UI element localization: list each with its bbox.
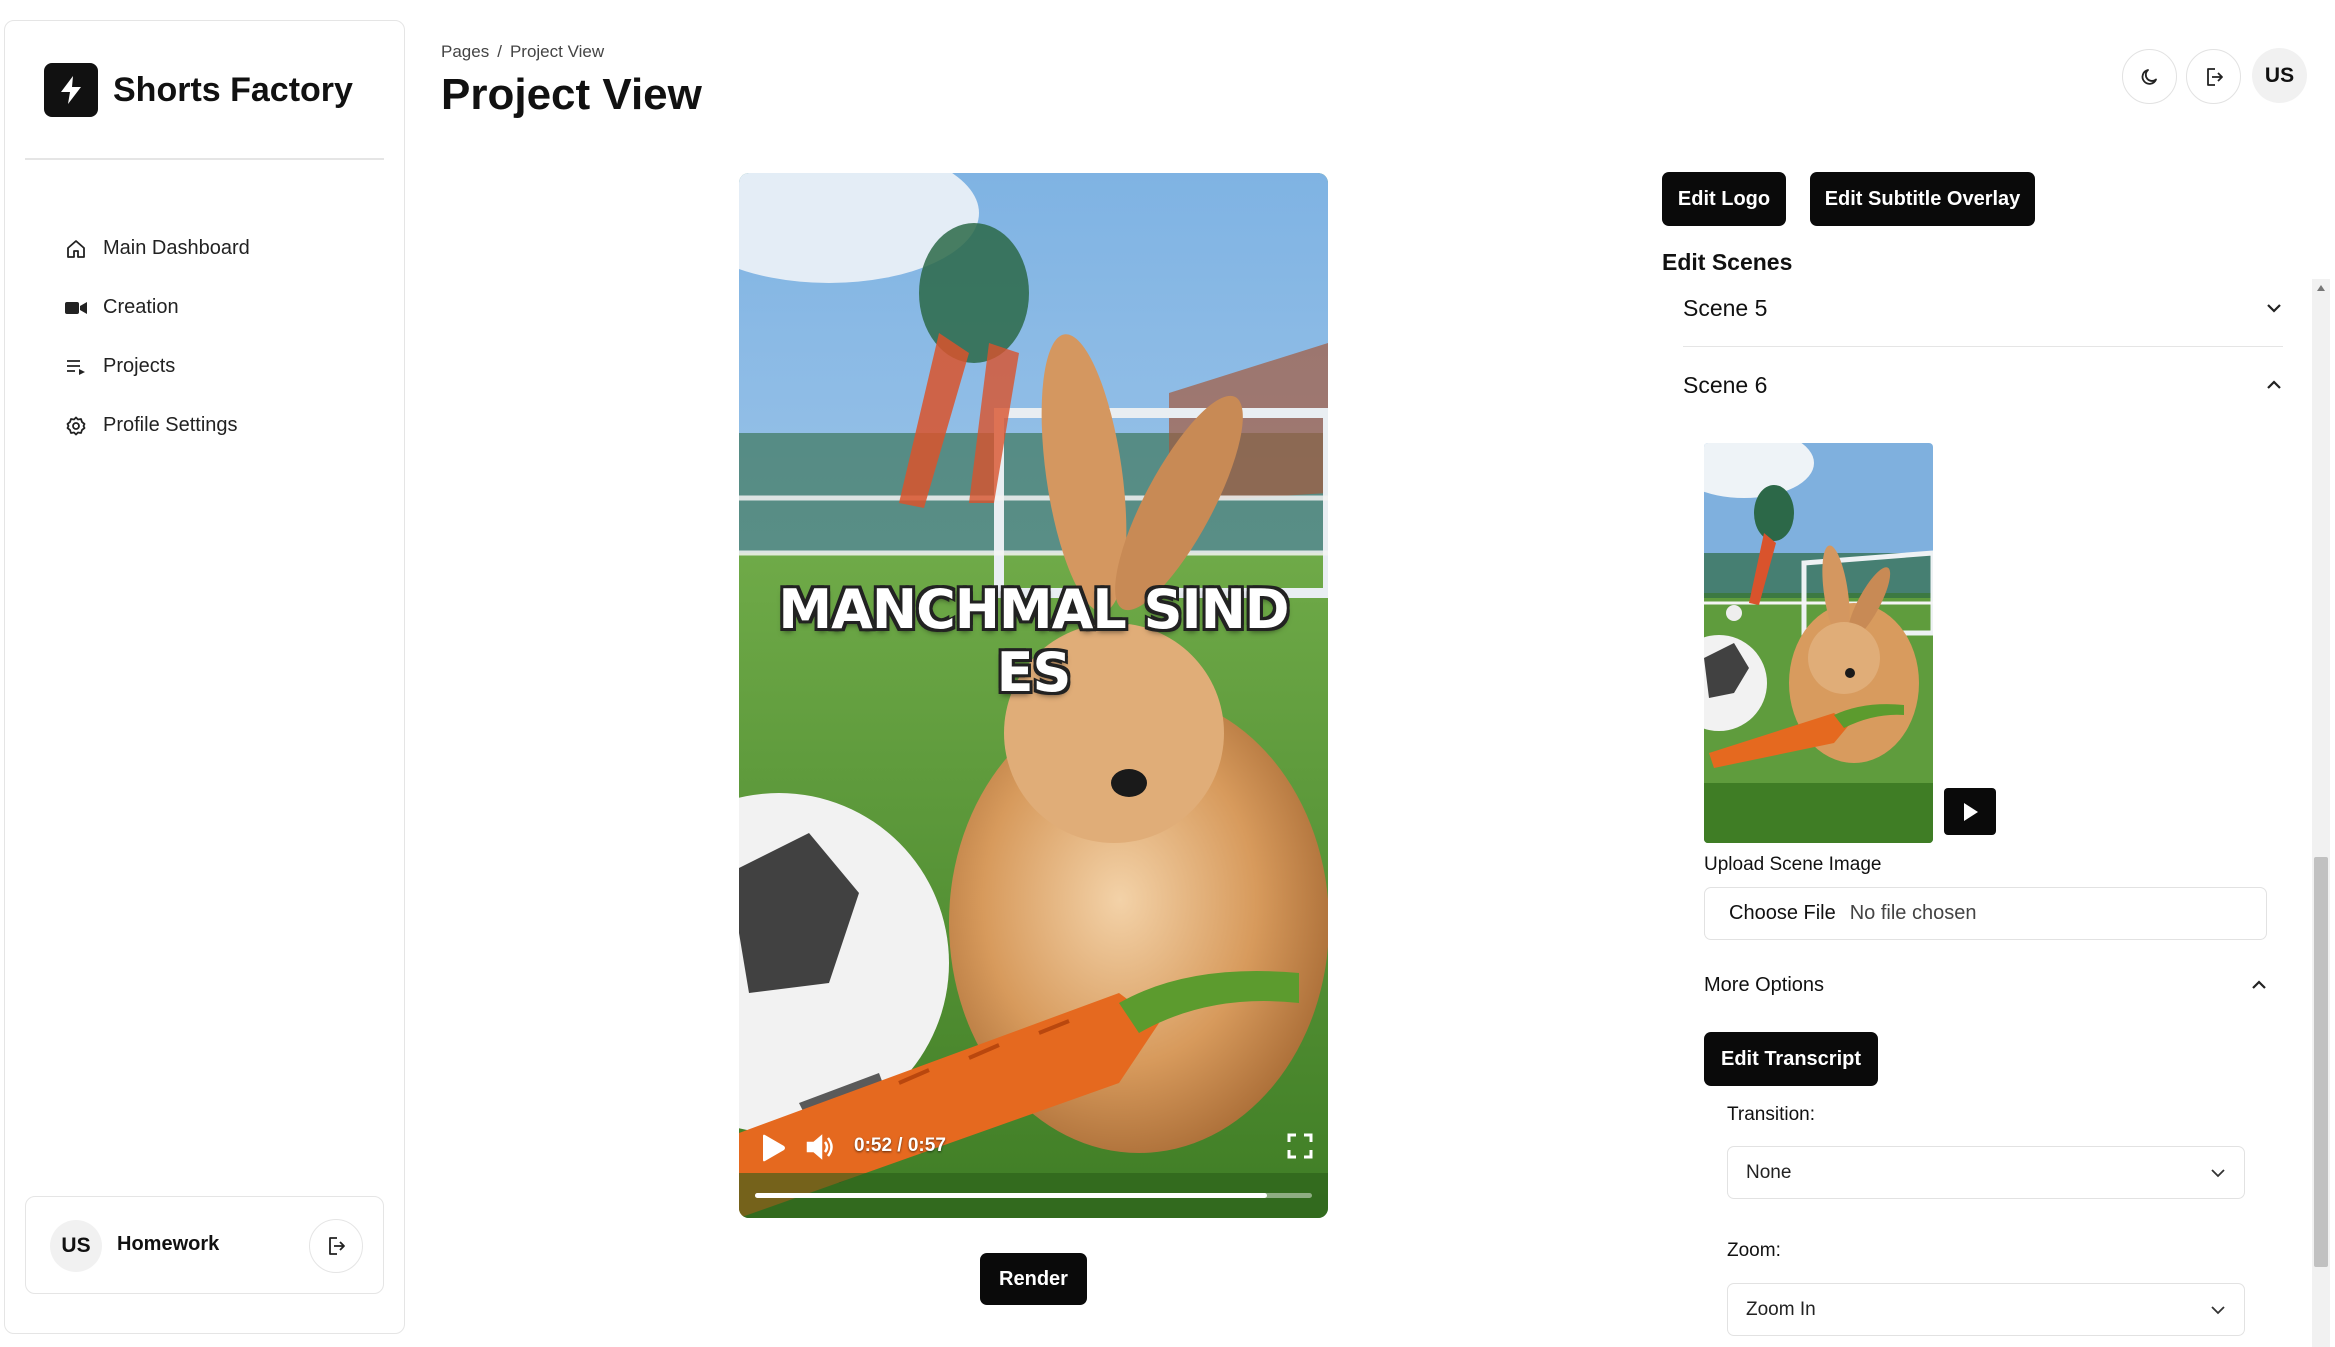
scene-label: Scene 6: [1683, 371, 1768, 398]
breadcrumb: Pages / Project View: [441, 42, 604, 62]
upload-scene-image-label: Upload Scene Image: [1704, 854, 1882, 875]
sidebar-item-projects[interactable]: Projects: [65, 337, 250, 396]
transition-label: Transition:: [1727, 1104, 1815, 1125]
user-card: US Homework: [25, 1196, 384, 1294]
video-player[interactable]: MANCHMAL SIND ES 0:52 / 0:57: [739, 173, 1328, 1218]
editor-scrollbar[interactable]: [2312, 279, 2330, 1347]
edit-transcript-button[interactable]: Edit Transcript: [1704, 1032, 1878, 1086]
scene-5-accordion[interactable]: Scene 5: [1683, 283, 2283, 333]
lightning-logo-icon: [44, 63, 98, 117]
file-status: No file chosen: [1849, 902, 1977, 924]
scene-thumbnail: [1704, 443, 1933, 843]
zoom-select[interactable]: Zoom In: [1727, 1283, 2245, 1336]
logout-button[interactable]: [309, 1219, 363, 1273]
sidebar-nav: Main Dashboard Creation Projects Profile…: [65, 219, 250, 455]
more-options-label: More Options: [1704, 973, 1825, 996]
breadcrumb-separator: /: [497, 42, 502, 61]
avatar[interactable]: US: [2252, 48, 2307, 103]
moon-icon: [2141, 68, 2157, 85]
playlist-icon: [65, 356, 87, 378]
transition-select[interactable]: None: [1727, 1146, 2245, 1199]
video-camera-icon: [65, 297, 87, 319]
sidebar-item-label: Profile Settings: [103, 414, 238, 436]
signout-button[interactable]: [2186, 49, 2241, 104]
play-icon: [1964, 802, 1978, 821]
sidebar-item-label: Creation: [103, 296, 179, 318]
transition-value: None: [1746, 1161, 1792, 1183]
logout-icon: [2206, 67, 2223, 86]
edit-subtitle-overlay-button[interactable]: Edit Subtitle Overlay: [1810, 172, 2035, 226]
chevron-up-icon: [2267, 380, 2281, 389]
brand-name: Shorts Factory: [113, 70, 353, 109]
choose-file-button[interactable]: Choose File: [1729, 902, 1836, 925]
subtitle-overlay: MANCHMAL SIND ES: [778, 578, 1289, 704]
zoom-label: Zoom:: [1727, 1240, 1781, 1261]
breadcrumb-item-pages[interactable]: Pages: [441, 42, 489, 61]
home-icon: [65, 238, 87, 260]
sidebar-item-profile-settings[interactable]: Profile Settings: [65, 396, 250, 455]
scrollbar-thumb[interactable]: [2314, 857, 2328, 1267]
scene-image-file-input[interactable]: Choose File No file chosen: [1704, 887, 2267, 940]
brand[interactable]: Shorts Factory: [44, 63, 353, 117]
logout-icon: [329, 1237, 345, 1255]
chevron-down-icon: [2267, 304, 2281, 313]
play-button[interactable]: [759, 1133, 787, 1168]
volume-button[interactable]: [805, 1131, 837, 1168]
gear-icon: [65, 415, 87, 437]
chevron-down-icon: [2211, 1305, 2225, 1314]
scene-6-accordion[interactable]: Scene 6: [1683, 360, 2283, 410]
fullscreen-button[interactable]: [1287, 1133, 1313, 1164]
theme-toggle-button[interactable]: [2122, 49, 2177, 104]
chevron-down-icon: [2211, 1168, 2225, 1177]
chevron-up-icon: [2252, 980, 2266, 989]
breadcrumb-item-current: Project View: [509, 42, 605, 61]
more-options-toggle[interactable]: More Options: [1704, 968, 2268, 1002]
scroll-up-arrow-icon[interactable]: [2312, 279, 2330, 297]
play-icon: [763, 1134, 785, 1162]
video-time: 0:52 / 0:57: [854, 1135, 946, 1156]
scene-preview-play-button[interactable]: [1944, 788, 1996, 835]
avatar[interactable]: US: [50, 1220, 102, 1272]
render-button[interactable]: Render: [980, 1253, 1087, 1305]
user-name: Homework: [117, 1233, 220, 1255]
scene-divider: [1683, 346, 2283, 347]
video-progress-bar[interactable]: [755, 1193, 1312, 1198]
zoom-value: Zoom In: [1746, 1298, 1816, 1320]
sidebar: Shorts Factory Main Dashboard Creation P…: [4, 20, 405, 1334]
edit-logo-button[interactable]: Edit Logo: [1662, 172, 1786, 226]
sidebar-item-creation[interactable]: Creation: [65, 278, 250, 337]
page-title: Project View: [441, 70, 702, 119]
edit-scenes-title: Edit Scenes: [1662, 249, 1793, 275]
fullscreen-icon: [1287, 1133, 1313, 1159]
sidebar-item-label: Main Dashboard: [103, 237, 250, 259]
video-progress-fill: [755, 1193, 1268, 1198]
sidebar-item-label: Projects: [103, 355, 176, 377]
scene-label: Scene 5: [1683, 294, 1768, 321]
brand-divider: [25, 158, 384, 160]
volume-icon: [806, 1134, 833, 1160]
sidebar-item-main-dashboard[interactable]: Main Dashboard: [65, 219, 250, 278]
